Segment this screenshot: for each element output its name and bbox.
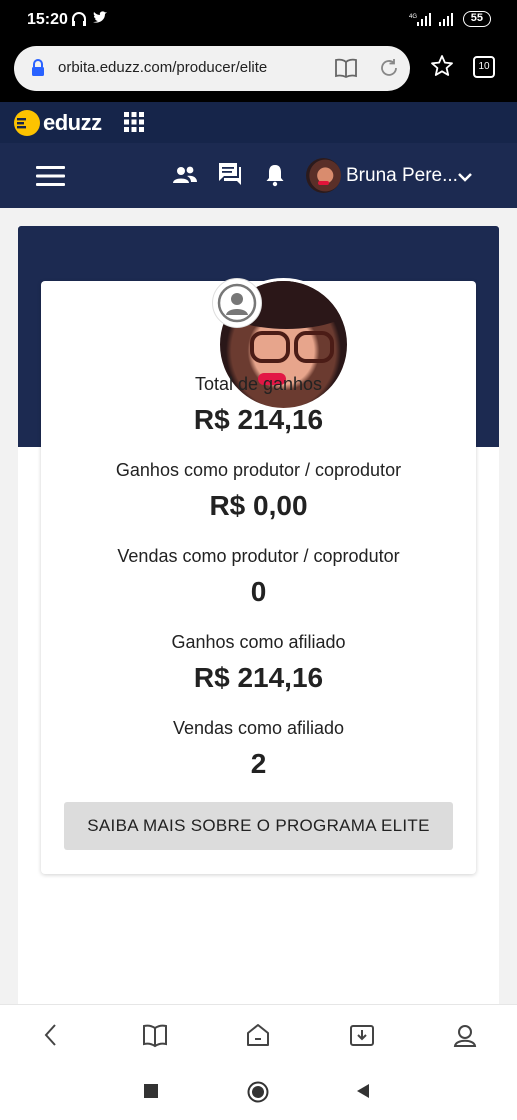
app-header: Bruna Pere... [0, 143, 517, 208]
eduzz-logo[interactable]: eduzz [14, 110, 102, 136]
headphones-icon [70, 10, 88, 33]
browser-toolbar: orbita.eduzz.com/producer/elite 10 [0, 40, 517, 102]
signal-4g-icon: 4G [409, 13, 431, 26]
reload-icon[interactable] [378, 57, 400, 84]
url-text: orbita.eduzz.com/producer/elite [58, 59, 268, 76]
stat-label: Ganhos como produtor / coprodutor [115, 460, 402, 480]
stat-value: 0 [250, 576, 267, 607]
home-icon[interactable] [245, 1021, 271, 1054]
lock-icon [31, 59, 45, 82]
twitter-icon [92, 10, 108, 31]
bookmark-star-icon[interactable] [430, 54, 454, 83]
user-silhouette-icon [217, 283, 257, 323]
recents-icon[interactable] [143, 1083, 159, 1104]
address-bar[interactable]: orbita.eduzz.com/producer/elite [14, 46, 410, 91]
stat-producer-earnings: Ganhos como produtor / coprodutor R$ 0,0… [41, 460, 476, 522]
profile-icon[interactable] [452, 1021, 478, 1054]
page-content: Total de ganhos R$ 214,16 Ganhos como pr… [18, 226, 499, 1005]
stat-value: R$ 214,16 [193, 404, 324, 435]
user-avatar[interactable] [306, 158, 341, 193]
back-triangle-icon[interactable] [355, 1083, 371, 1104]
battery-indicator: 55 [462, 11, 491, 27]
menu-icon[interactable] [36, 165, 66, 192]
tab-count-button[interactable]: 10 [473, 56, 495, 78]
stat-affiliate-earnings: Ganhos como afiliado R$ 214,16 [41, 632, 476, 694]
status-bar: 15:20 4G 55 [0, 0, 517, 40]
stat-value: R$ 214,16 [193, 662, 324, 693]
back-icon[interactable] [40, 1021, 62, 1054]
home-circle-icon[interactable] [247, 1081, 269, 1108]
clock: 15:20 [27, 11, 68, 28]
system-navigation [0, 1066, 517, 1120]
signal-icon [438, 13, 453, 26]
stat-label: Vendas como afiliado [172, 718, 345, 738]
brand-name: eduzz [43, 110, 102, 135]
user-placeholder-badge [212, 278, 262, 328]
eduzz-logo-mark-icon [14, 110, 40, 136]
stat-affiliate-sales: Vendas como afiliado 2 [41, 718, 476, 780]
elite-summary-card: Total de ganhos R$ 214,16 Ganhos como pr… [41, 278, 476, 874]
bell-icon[interactable] [265, 163, 285, 192]
chat-icon[interactable] [217, 161, 243, 192]
users-icon[interactable] [172, 165, 198, 190]
stat-value: R$ 0,00 [209, 490, 308, 521]
stat-producer-sales: Vendas como produtor / coprodutor 0 [41, 546, 476, 608]
stat-label: Vendas como produtor / coprodutor [117, 546, 400, 566]
apps-grid-icon[interactable] [123, 111, 145, 138]
bookmarks-icon[interactable] [142, 1021, 168, 1054]
stat-value: 2 [250, 748, 267, 779]
elite-program-button[interactable]: SAIBA MAIS SOBRE O PROGRAMA ELITE [64, 802, 453, 850]
reader-mode-icon[interactable] [334, 57, 358, 84]
stat-label: Ganhos como afiliado [171, 632, 346, 652]
user-name[interactable]: Bruna Pere... [346, 165, 458, 187]
svg-text:4G: 4G [409, 14, 417, 20]
brand-bar: eduzz [0, 102, 517, 143]
stat-total-earnings: Total de ganhos R$ 214,16 [41, 374, 476, 436]
browser-bottom-bar [0, 1004, 517, 1066]
stat-label: Total de ganhos [194, 374, 323, 394]
downloads-icon[interactable] [348, 1021, 376, 1054]
chevron-down-icon[interactable] [457, 170, 473, 188]
